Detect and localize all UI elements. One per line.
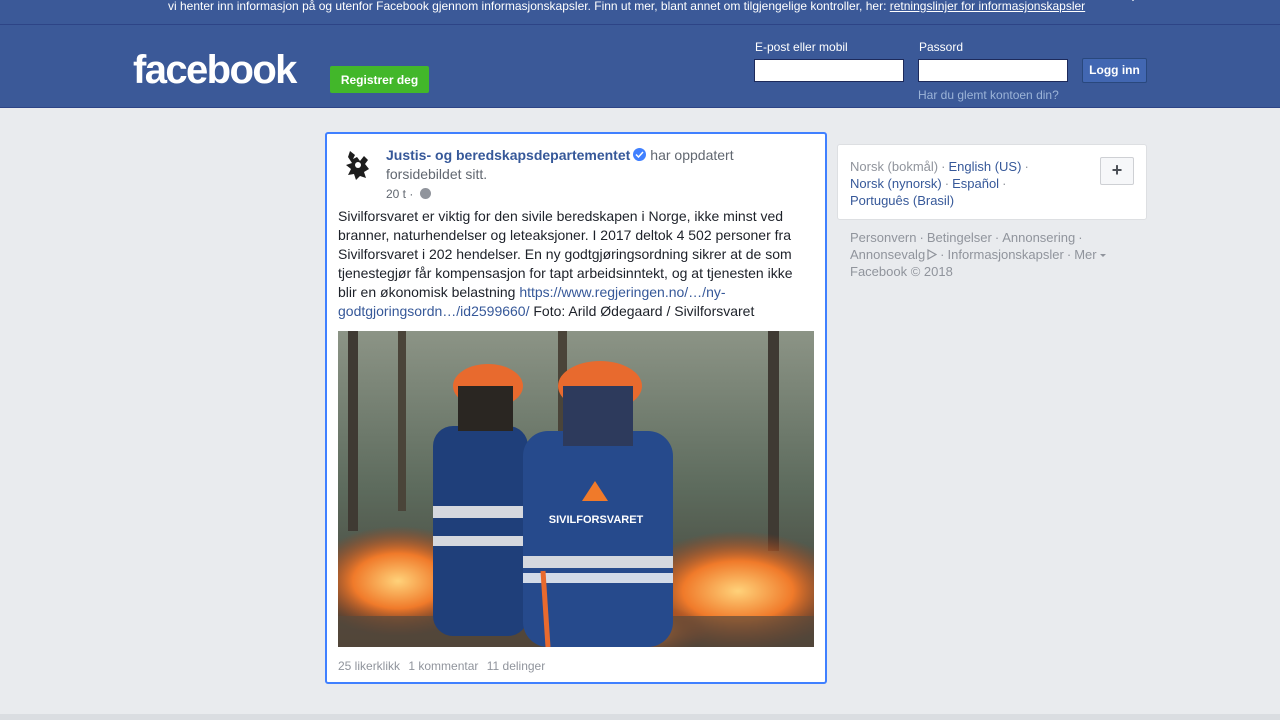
shares-count[interactable]: 11 delinger [487,659,546,673]
separator: · [941,159,946,174]
footer-link-more[interactable]: Mer [1074,247,1096,262]
cookie-banner-message: vi henter inn informasjon på og utenfor … [168,0,890,13]
current-language: Norsk (bokmål) [850,159,939,174]
top-header: facebook Registrer deg E-post eller mobi… [0,25,1280,108]
separator: · [940,247,945,262]
register-button[interactable]: Registrer deg [330,66,429,93]
forgot-account-link[interactable]: Har du glemt kontoen din? [918,88,1059,102]
facebook-logo[interactable]: facebook [133,48,297,92]
footer-link-cookies[interactable]: Informasjonskapsler [948,247,1064,262]
bottom-bar [0,714,1280,720]
close-icon[interactable] [1124,0,1142,8]
separator: · [994,230,1000,245]
post-timestamp[interactable]: 20 t [386,187,406,201]
post-card: Justis- og beredskapsdepartementet har op… [325,132,827,684]
post-stats: 25 likerklikk 1 kommentar 11 delinger [338,659,550,673]
cookie-banner-text: vi henter inn informasjon på og utenfor … [168,0,1085,14]
post-meta: 20 t · [386,187,431,201]
globe-icon [419,188,431,199]
cookie-policy-link[interactable]: retningslinjer for informasjonskapsler [890,0,1085,13]
separator: · [1078,230,1083,245]
language-selector: Norsk (bokmål) · English (US) · Norsk (nynor… [837,144,1147,220]
cookie-banner: vi henter inn informasjon på og utenfor … [0,0,1280,25]
language-nynorsk[interactable]: Norsk (nynorsk) [850,176,942,191]
add-language-button[interactable]: + [1100,157,1134,185]
photo-credit: Foto: Arild Ødegaard / Sivilforsvaret [529,303,755,319]
password-field[interactable] [918,59,1068,82]
cover-photo-illustration: SIVILFORSVARET [338,331,814,647]
cover-photo[interactable]: SIVILFORSVARET [338,331,814,647]
verified-badge-icon [633,148,647,161]
vest-text: SIVILFORSVARET [549,514,644,526]
footer-links: Personvern · Betingelser · Annonsering · Annon… [850,229,1130,280]
footer-link-terms[interactable]: Betingelser [927,230,992,245]
language-english[interactable]: English (US) [948,159,1021,174]
post-header: Justis- og beredskapsdepartementet har op… [386,146,766,184]
footer-link-privacy[interactable]: Personvern [850,230,916,245]
password-label: Passord [919,40,964,54]
footer-link-advertising[interactable]: Annonsering [1002,230,1075,245]
separator: · [919,230,924,245]
email-field[interactable] [754,59,904,82]
separator: · [944,176,950,191]
copyright-text: Facebook © 2018 [850,264,953,279]
page-name-link[interactable]: Justis- og beredskapsdepartementet [386,147,630,163]
separator: · [1066,247,1072,262]
language-list: Norsk (bokmål) · English (US) · Norsk (nynor… [850,158,1080,209]
login-button[interactable]: Logg inn [1082,58,1147,83]
language-spanish[interactable]: Español [952,176,999,191]
likes-count[interactable]: 25 likerklikk [338,659,400,673]
email-label: E-post eller mobil [755,40,848,54]
meta-separator: · [409,187,414,201]
ad-choices-icon [927,248,938,261]
separator: · [1002,176,1007,191]
separator: · [1024,159,1029,174]
page-avatar[interactable] [338,145,378,185]
comments-count[interactable]: 1 kommentar [408,659,478,673]
language-portuguese[interactable]: Português (Brasil) [850,193,954,208]
post-text: Sivilforsvaret er viktig for den sivile … [338,207,808,321]
chevron-down-icon[interactable] [1099,251,1107,259]
footer-link-ad-choices[interactable]: Annonsevalg [850,247,925,262]
